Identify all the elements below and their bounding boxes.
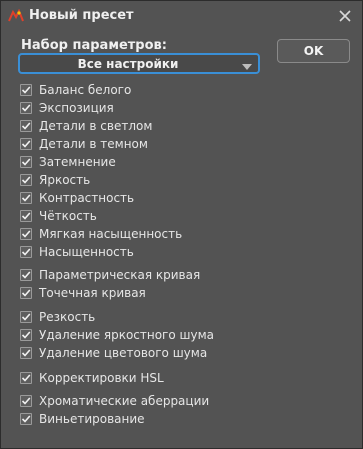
checkmark-icon: [21, 397, 31, 405]
checkmark-icon: [21, 104, 31, 112]
checkbox[interactable]: [20, 84, 32, 96]
checkbox-label: Точечная кривая: [39, 286, 146, 300]
checkbox[interactable]: [20, 156, 32, 168]
checkbox[interactable]: [20, 311, 32, 323]
checkbox-label: Детали в темном: [39, 137, 148, 151]
checkmark-icon: [21, 140, 31, 148]
checkbox[interactable]: [20, 174, 32, 186]
close-icon[interactable]: [336, 7, 354, 25]
checkbox[interactable]: [20, 347, 32, 359]
checkmark-icon: [21, 230, 31, 238]
checkbox-label: Хроматические аберрации: [39, 394, 210, 408]
checkbox-label: Удаление цветового шума: [39, 346, 208, 360]
preset-select[interactable]: Все настройки: [18, 53, 260, 74]
checkbox[interactable]: [20, 395, 32, 407]
preset-select-value: Все настройки: [77, 57, 179, 71]
checkmark-icon: [21, 374, 31, 382]
checkbox-label: Насыщенность: [39, 245, 134, 259]
checkbox[interactable]: [20, 246, 32, 258]
checkbox[interactable]: [20, 102, 32, 114]
checkmark-icon: [21, 313, 31, 321]
checkbox-label: Виньетирование: [39, 412, 145, 426]
checkbox[interactable]: [20, 287, 32, 299]
checkmark-icon: [21, 194, 31, 202]
checkbox-label: Экспозиция: [39, 101, 114, 115]
new-preset-dialog: Новый пресет Набор параметров: Все настр…: [0, 0, 363, 449]
checkbox[interactable]: [20, 210, 32, 222]
checkmark-icon: [21, 349, 31, 357]
checkmark-icon: [21, 212, 31, 220]
title-bar: Новый пресет: [1, 1, 362, 31]
checkbox-label: Мягкая насыщенность: [39, 227, 183, 241]
checkmark-icon: [21, 176, 31, 184]
checkbox[interactable]: [20, 329, 32, 341]
checkmark-icon: [21, 415, 31, 423]
checkbox[interactable]: [20, 192, 32, 204]
ok-button[interactable]: OK: [277, 39, 350, 63]
checkmark-icon: [21, 122, 31, 130]
checkbox-label: Баланс белого: [39, 83, 132, 97]
checkbox[interactable]: [20, 120, 32, 132]
checkbox[interactable]: [20, 138, 32, 150]
dialog-title: Новый пресет: [29, 8, 134, 23]
checkmark-icon: [21, 248, 31, 256]
checkbox-label: Детали в светлом: [39, 119, 153, 133]
checkbox-label: Чёткость: [39, 209, 97, 223]
checkbox-label: Затемнение: [39, 155, 116, 169]
photoshop-camera-raw-icon: [8, 8, 24, 23]
preset-group-label: Набор параметров:: [21, 38, 167, 53]
checkbox[interactable]: [20, 413, 32, 425]
checkbox[interactable]: [20, 228, 32, 240]
checkmark-icon: [21, 271, 31, 279]
checkmark-icon: [21, 86, 31, 94]
checkbox-label: Резкость: [39, 310, 96, 324]
checkbox-label: Корректировки HSL: [39, 371, 164, 385]
checkmark-icon: [21, 289, 31, 297]
checkmark-icon: [21, 158, 31, 166]
checkbox[interactable]: [20, 269, 32, 281]
checkbox-label: Контрастность: [39, 191, 135, 205]
checkbox-label: Яркость: [39, 173, 91, 187]
checkmark-icon: [21, 331, 31, 339]
checkbox[interactable]: [20, 372, 32, 384]
checkbox-label: Удаление яркостного шума: [39, 328, 215, 342]
chevron-down-icon: [242, 60, 252, 74]
checkbox-label: Параметрическая кривая: [39, 268, 201, 282]
